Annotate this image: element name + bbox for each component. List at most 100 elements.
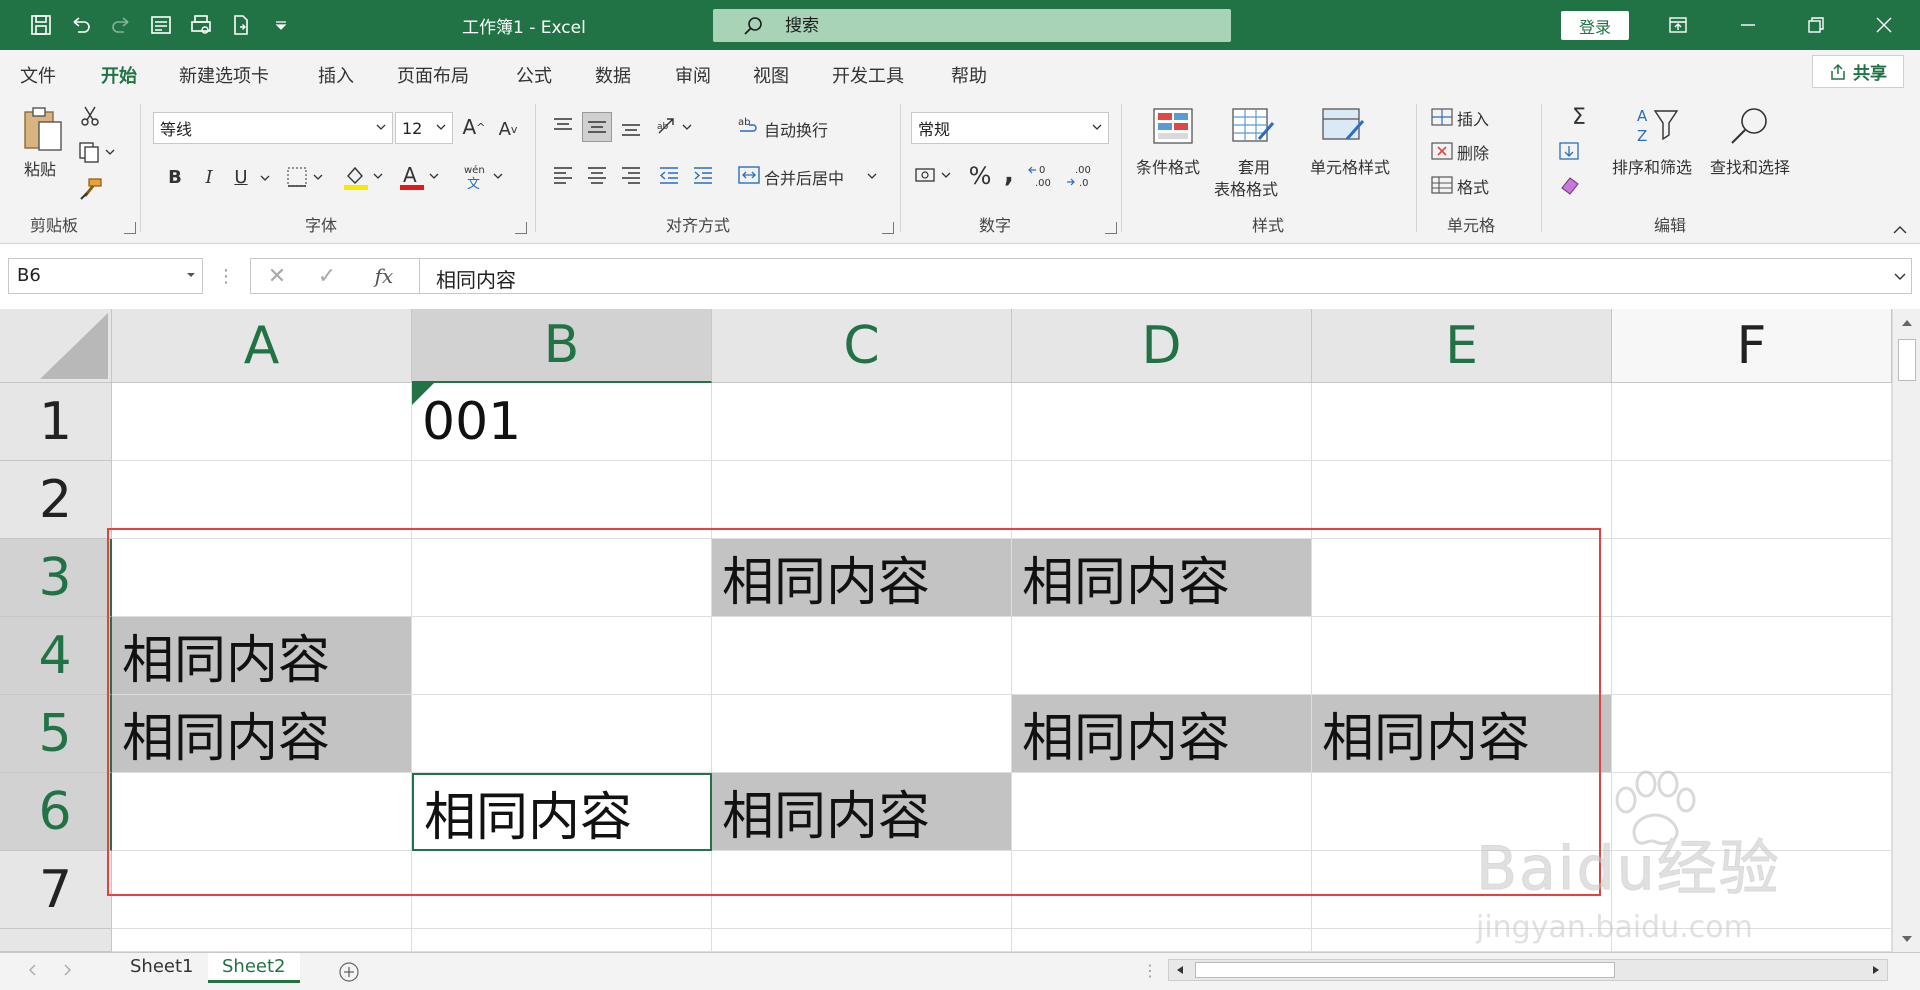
cell-b4[interactable] [412,617,712,695]
search-input[interactable] [785,13,1205,38]
insert-cells-icon[interactable] [1429,104,1455,130]
column-header-e[interactable]: E [1312,309,1612,383]
collapse-ribbon-icon[interactable] [1888,220,1912,240]
format-as-table-label-2[interactable]: 表格格式 [1214,176,1278,200]
more-options-icon[interactable]: ⋮ [216,264,236,288]
cell-e5[interactable]: 相同内容 [1312,695,1612,773]
wrap-text-label[interactable]: 自动换行 [764,117,828,141]
percent-button[interactable]: % [965,160,995,192]
font-name-select[interactable]: 等线 [153,112,393,144]
horizontal-scrollbar[interactable] [1168,959,1888,981]
tab-home[interactable]: 开始 [101,62,137,96]
merge-center-label[interactable]: 合并后居中 [764,165,844,189]
sheet-tab-sheet2[interactable]: Sheet2 [208,953,300,983]
accounting-format-icon[interactable] [913,160,961,192]
orientation-icon[interactable]: ab [654,112,698,142]
increase-decimal-icon[interactable]: 0.00 [1025,160,1059,192]
delete-cells-label[interactable]: 删除 [1457,140,1489,164]
cell-f5[interactable] [1612,695,1892,773]
tab-insert[interactable]: 插入 [318,62,354,88]
cell-e7[interactable] [1312,851,1612,929]
cell-f8[interactable] [1612,929,1892,952]
decrease-font-icon[interactable]: Av [493,114,523,144]
comma-button[interactable]: , [997,158,1021,190]
tab-review[interactable]: 审阅 [675,62,711,88]
scroll-up-icon[interactable] [1899,315,1915,331]
cell-d3[interactable]: 相同内容 [1012,539,1312,617]
chevron-down-icon[interactable] [864,164,880,188]
cell-b2[interactable] [412,461,712,539]
clipboard-launcher-icon[interactable] [124,222,136,234]
column-header-c[interactable]: C [712,309,1012,383]
merge-center-icon[interactable] [736,160,762,190]
cell-f4[interactable] [1612,617,1892,695]
cell-c5[interactable] [712,695,1012,773]
cell-a3[interactable] [112,539,412,617]
sort-filter-label[interactable]: 排序和筛选 [1612,154,1692,178]
formula-input[interactable]: 相同内容 [419,258,1912,294]
cell-a6[interactable] [112,773,412,851]
underline-button[interactable]: U [227,162,255,192]
cell-e6[interactable] [1312,773,1612,851]
cell-styles-icon[interactable] [1318,104,1368,148]
tab-help[interactable]: 帮助 [951,62,987,88]
decrease-indent-icon[interactable] [654,160,684,190]
format-cells-label[interactable]: 格式 [1457,174,1489,198]
sheet-tab-sheet1[interactable]: Sheet1 [116,953,208,983]
tab-page-layout[interactable]: 页面布局 [397,62,469,88]
ribbon-display-options-icon[interactable] [1652,0,1704,50]
paste-icon[interactable] [20,104,66,154]
font-launcher-icon[interactable] [515,222,527,234]
minimize-icon[interactable] [1722,0,1774,50]
cell-a4[interactable]: 相同内容 [112,617,412,695]
border-icon[interactable] [285,162,329,192]
share-button[interactable]: 共享 [1812,55,1904,88]
customize-toolbar-icon[interactable] [266,12,296,38]
conditional-format-icon[interactable] [1148,104,1198,148]
number-format-select[interactable]: 常规 [911,112,1109,144]
clear-icon[interactable] [1556,172,1602,198]
fill-color-icon[interactable] [341,160,389,194]
fill-icon[interactable] [1556,138,1602,164]
horizontal-scroll-thumb[interactable] [1195,962,1615,978]
cell-e4[interactable] [1312,617,1612,695]
chevron-down-icon[interactable] [257,164,273,192]
restore-icon[interactable] [1790,0,1842,50]
vertical-scrollbar[interactable] [1892,309,1920,952]
cell-e2[interactable] [1312,461,1612,539]
expand-formula-icon[interactable] [1892,268,1908,284]
tab-view[interactable]: 视图 [753,62,789,88]
scroll-left-icon[interactable] [1173,962,1187,978]
cell-a2[interactable] [112,461,412,539]
find-select-icon[interactable] [1724,104,1774,148]
tab-data[interactable]: 数据 [595,62,631,88]
select-all-corner[interactable] [0,309,112,383]
align-center-icon[interactable] [582,160,612,190]
format-as-table-label-1[interactable]: 套用 [1238,154,1270,178]
cell-b8[interactable] [412,929,712,952]
cell-d2[interactable] [1012,461,1312,539]
alignment-launcher-icon[interactable] [882,222,894,234]
scroll-down-icon[interactable] [1899,931,1915,947]
column-header-b[interactable]: B [412,309,712,383]
row-header-5[interactable]: 5 [0,695,112,773]
cell-f6[interactable] [1612,773,1892,851]
cell-f7[interactable] [1612,851,1892,929]
cell-f1[interactable] [1612,383,1892,461]
row-header-3[interactable]: 3 [0,539,112,617]
cell-styles-label[interactable]: 单元格样式 [1310,154,1390,178]
cell-c6[interactable]: 相同内容 [712,773,1012,851]
cell-e1[interactable] [1312,383,1612,461]
cell-b3[interactable] [412,539,712,617]
paste-label[interactable]: 粘贴 [24,156,56,180]
delete-cells-icon[interactable] [1429,138,1455,164]
redo-icon[interactable] [106,12,136,38]
cell-b6[interactable]: 相同内容 [412,773,712,851]
cell-c1[interactable] [712,383,1012,461]
tab-developer[interactable]: 开发工具 [832,62,904,88]
cell-c3[interactable]: 相同内容 [712,539,1012,617]
tab-file[interactable]: 文件 [20,62,56,88]
cancel-icon[interactable]: ✕ [263,263,291,289]
cell-b5[interactable] [412,695,712,773]
insert-function-icon[interactable]: fx [367,263,401,289]
